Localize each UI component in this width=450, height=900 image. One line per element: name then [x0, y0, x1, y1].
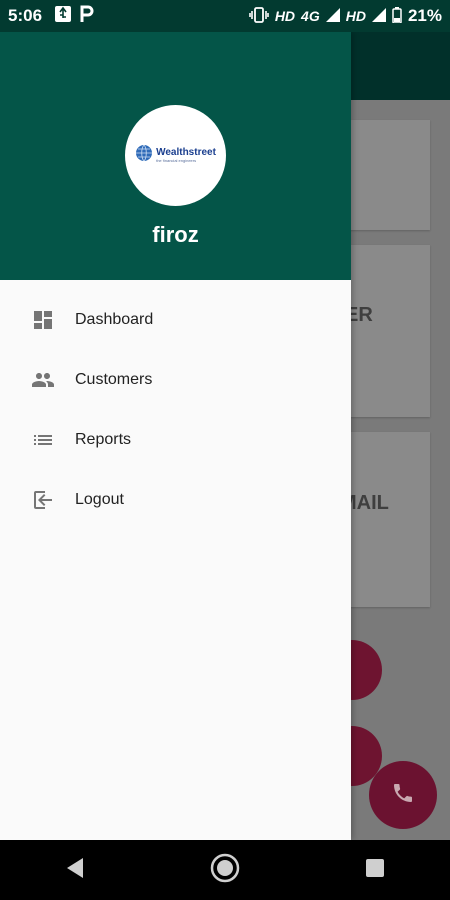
drawer-item-reports[interactable]: Reports — [0, 410, 351, 470]
logout-icon — [29, 486, 57, 514]
drawer-header: Wealthstreet the financial engineers fir… — [0, 32, 351, 280]
recents-button[interactable] — [355, 850, 395, 890]
home-button[interactable] — [205, 850, 245, 890]
status-bar: 5:06 HD 4G HD 21% — [0, 0, 450, 32]
drawer-item-label: Customers — [75, 371, 153, 388]
drawer-item-customers[interactable]: Customers — [0, 350, 351, 410]
drawer-item-label: Reports — [75, 431, 132, 448]
system-nav-bar — [0, 840, 450, 900]
status-time: 5:06 — [8, 6, 43, 25]
battery-percent: 21% — [407, 6, 442, 25]
back-button[interactable] — [55, 850, 95, 890]
list-icon — [29, 426, 57, 454]
home-icon — [210, 853, 240, 888]
call-fab[interactable] — [369, 761, 437, 829]
signal-icon — [325, 7, 340, 25]
username: firoz — [152, 222, 199, 247]
network-right-label: HD — [345, 8, 366, 24]
drawer-menu: Dashboard Customers Reports Logout — [0, 290, 351, 530]
company-logo: Wealthstreet the financial engineers — [135, 144, 216, 167]
phone-icon — [391, 781, 415, 810]
logo-subtitle: the financial engineers — [156, 158, 197, 163]
avatar: Wealthstreet the financial engineers — [125, 105, 226, 206]
people-icon — [29, 366, 57, 394]
parking-icon — [80, 5, 94, 28]
usb-icon — [54, 5, 72, 28]
network-type-label: 4G — [301, 8, 320, 24]
network-left-label: HD — [274, 8, 296, 24]
globe-icon — [135, 144, 153, 167]
drawer-item-label: Logout — [75, 491, 124, 508]
dashboard-icon — [29, 306, 57, 334]
back-icon — [65, 857, 85, 884]
drawer-item-label: Dashboard — [75, 311, 154, 328]
logo-title: Wealthstreet — [156, 147, 216, 158]
vibrate-icon — [249, 6, 269, 26]
battery-icon — [392, 6, 402, 26]
drawer-item-dashboard[interactable]: Dashboard — [0, 290, 351, 350]
navigation-drawer: Wealthstreet the financial engineers fir… — [0, 32, 351, 840]
drawer-item-logout[interactable]: Logout — [0, 470, 351, 530]
signal-icon-2 — [371, 7, 386, 25]
recents-icon — [365, 858, 385, 883]
